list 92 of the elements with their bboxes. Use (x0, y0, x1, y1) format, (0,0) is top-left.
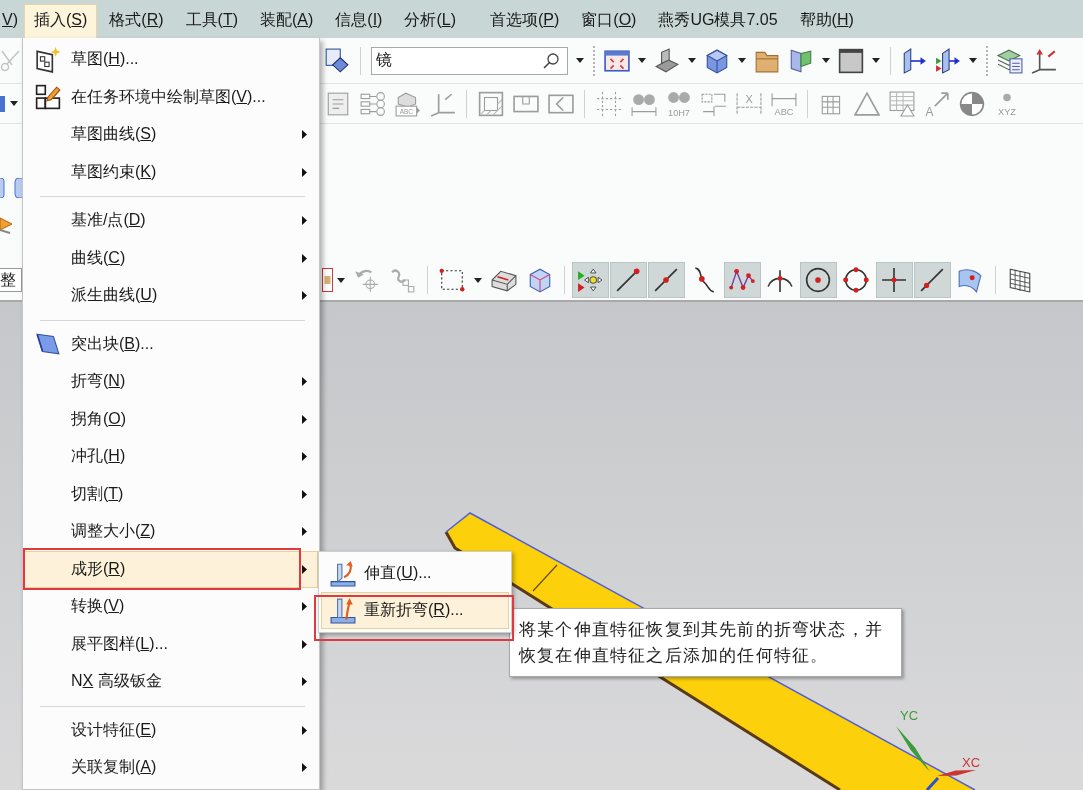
menu-item[interactable]: 在任务环境中绘制草图(V)... (24, 78, 318, 116)
arc-center-icon (805, 267, 831, 293)
menu-bar-item[interactable]: 工具(T) (175, 4, 248, 38)
menu-bar-item[interactable]: 信息(I) (325, 4, 393, 38)
menu-bar-item[interactable]: 分析(L) (394, 4, 466, 38)
menu-bar-item[interactable]: 帮助(H) (789, 4, 864, 38)
caret-icon[interactable] (688, 58, 696, 63)
axis-arrow (896, 726, 930, 772)
menu-bar-item[interactable]: 燕秀UG模具7.05 (648, 4, 788, 38)
window-icon[interactable] (838, 47, 864, 74)
snap-toggle[interactable] (913, 262, 951, 298)
sketch-pencil-icon (35, 84, 61, 111)
menu-bar-item[interactable]: V) (0, 4, 22, 38)
hatched-square-icon[interactable] (477, 90, 504, 117)
intersection-icon (767, 267, 793, 293)
diamond-arrow-icon[interactable] (324, 47, 350, 74)
caret-icon[interactable] (474, 277, 482, 283)
search-field[interactable]: 镜 (371, 46, 568, 75)
layers-icon[interactable] (997, 47, 1023, 74)
menu-item[interactable]: 草图曲线(S) (24, 116, 318, 154)
triangle-icon[interactable] (853, 90, 880, 117)
menu-item[interactable]: 展平图样(L)... (24, 625, 318, 663)
menu-bar-item[interactable]: 首选项(P) (480, 4, 570, 38)
axes-icon[interactable] (1031, 47, 1057, 74)
slab-arrows-icon[interactable] (935, 47, 961, 74)
caret-icon[interactable] (969, 58, 977, 63)
menu-item[interactable]: 折弯(N) (24, 363, 318, 401)
search-icon[interactable] (543, 52, 559, 69)
menu-item[interactable]: 调整大小(Z) (24, 513, 318, 551)
menu-item[interactable]: 设计特征(E) (24, 711, 318, 749)
menu-item[interactable]: 曲线(C) (24, 239, 318, 277)
partial-icon[interactable] (14, 178, 22, 198)
snap-toggle[interactable] (799, 262, 837, 298)
caret-icon[interactable] (10, 101, 18, 106)
slab-arrow-icon[interactable] (901, 47, 927, 74)
menu-item[interactable]: 草图(H)... (24, 41, 318, 79)
unbend-icon (330, 560, 356, 587)
list-icon[interactable] (359, 90, 386, 117)
swatch-icon[interactable] (322, 268, 333, 292)
caret-icon[interactable] (337, 277, 345, 283)
table-triangle-icon[interactable] (888, 90, 915, 117)
menu-item[interactable]: NX 高级钣金 (24, 663, 318, 701)
snap-toggle[interactable] (875, 262, 913, 298)
bracket-icon[interactable] (654, 47, 680, 74)
menu-bar-item[interactable]: 窗口(O) (571, 4, 647, 38)
point-on-surface-icon (957, 267, 983, 293)
grid-icon[interactable] (1007, 267, 1033, 293)
menu-item[interactable]: 伸直(U)... (321, 555, 509, 592)
menu-bar-item[interactable]: 插入(S) (24, 4, 98, 38)
menu-item[interactable]: 草图约束(K) (24, 153, 318, 191)
snap-toggle[interactable] (723, 262, 761, 298)
snap-toggle[interactable] (609, 262, 647, 298)
control-point-icon (729, 267, 755, 293)
menu-item[interactable]: 成形(R) (24, 550, 318, 588)
partial-icon[interactable] (0, 178, 5, 198)
end-point-icon (615, 267, 641, 293)
cube-icon[interactable] (704, 47, 730, 74)
select-rectangle-icon[interactable] (439, 267, 465, 293)
menu-item[interactable]: 冲孔(H) (24, 438, 318, 476)
menu-item[interactable]: 关联复制(A) (24, 749, 318, 787)
quadrant-circle-icon[interactable] (958, 90, 985, 117)
menu-item[interactable]: 基准/点(D) (24, 202, 318, 240)
snap-point-icon (577, 267, 603, 293)
snap-toggle[interactable] (647, 262, 685, 298)
dotted-grid-icon[interactable] (595, 90, 622, 117)
caret-icon[interactable] (576, 58, 584, 63)
caret-icon[interactable] (738, 58, 746, 63)
axis-label: XC (962, 755, 981, 770)
menu-item[interactable]: 派生曲线(U) (24, 277, 318, 315)
axis-label: YC (900, 708, 919, 723)
menu-bar-item[interactable]: 装配(A) (250, 4, 324, 38)
caret-icon[interactable] (638, 58, 646, 63)
cube-icon[interactable] (527, 267, 553, 293)
dropdown-field[interactable]: 整 (0, 268, 22, 292)
caret-icon[interactable] (822, 58, 830, 63)
menu-item[interactable]: 切割(T) (24, 475, 318, 513)
menu-item[interactable]: 突出块(B)... (24, 325, 318, 363)
menu-item[interactable]: 转换(V) (24, 588, 318, 626)
fit-view-icon[interactable] (604, 47, 630, 74)
menu-bar-item[interactable]: 格式(R) (99, 4, 174, 38)
sketch-icon (35, 46, 61, 73)
point-on-line-icon (919, 267, 945, 293)
mid-point-icon (653, 267, 679, 293)
existing-point-icon (881, 267, 907, 293)
menu-item[interactable]: 拐角(O) (24, 400, 318, 438)
partial-icon[interactable] (0, 95, 5, 112)
tooltip-text: 将某个伸直特征恢复到其先前的折弯状态，并恢复在伸直特征之后添加的任何特征。 (519, 619, 884, 667)
quadrant-point-icon (843, 267, 869, 293)
prism-icon[interactable] (788, 47, 814, 74)
caret-icon[interactable] (872, 58, 880, 63)
snap-toggle[interactable] (571, 262, 609, 298)
rebend-icon (330, 597, 356, 624)
